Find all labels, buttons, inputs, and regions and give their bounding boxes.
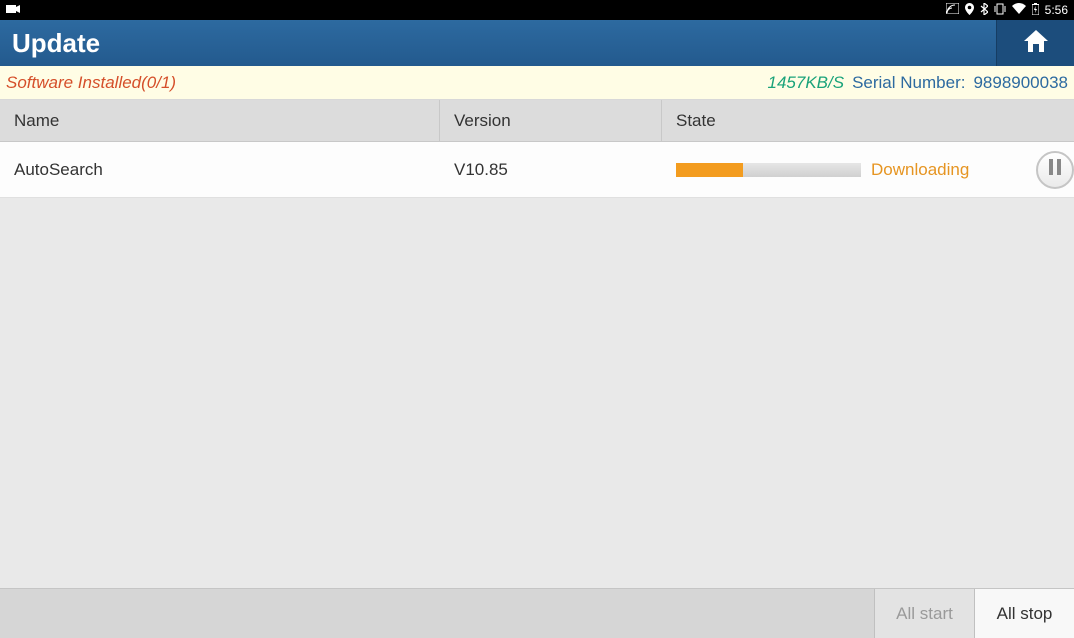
home-icon bbox=[1022, 28, 1050, 59]
wifi-icon bbox=[1012, 3, 1026, 17]
row-name: AutoSearch bbox=[0, 142, 440, 197]
empty-area bbox=[0, 198, 1074, 588]
bottom-bar: All start All stop bbox=[0, 588, 1074, 638]
location-icon bbox=[965, 3, 974, 18]
vibrate-icon bbox=[994, 3, 1006, 18]
progress-bar bbox=[676, 163, 861, 177]
progress-fill bbox=[676, 163, 743, 177]
home-button[interactable] bbox=[996, 20, 1074, 66]
pause-icon bbox=[1048, 159, 1062, 180]
status-time: 5:56 bbox=[1045, 3, 1068, 17]
bluetooth-icon bbox=[980, 3, 988, 18]
install-status: Software Installed(0/1) bbox=[6, 73, 176, 93]
all-stop-button[interactable]: All stop bbox=[974, 589, 1074, 638]
info-bar: Software Installed(0/1) 1457KB/S Serial … bbox=[0, 66, 1074, 100]
pause-button[interactable] bbox=[1036, 151, 1074, 189]
download-speed: 1457KB/S bbox=[768, 73, 845, 93]
table-header: Name Version State bbox=[0, 100, 1074, 142]
app-bar: Update bbox=[0, 20, 1074, 66]
serial-value: 9898900038 bbox=[973, 73, 1068, 93]
col-header-name: Name bbox=[0, 100, 440, 141]
col-header-version: Version bbox=[440, 100, 662, 141]
row-version: V10.85 bbox=[440, 142, 662, 197]
camera-icon bbox=[6, 3, 20, 17]
cast-icon bbox=[946, 3, 959, 17]
row-state-text: Downloading bbox=[871, 160, 969, 180]
android-status-bar: 5:56 bbox=[0, 0, 1074, 20]
page-title: Update bbox=[12, 28, 100, 59]
all-start-button[interactable]: All start bbox=[874, 589, 974, 638]
battery-icon bbox=[1032, 3, 1039, 18]
table-row: AutoSearch V10.85 Downloading bbox=[0, 142, 1074, 198]
serial-label: Serial Number: bbox=[852, 73, 965, 93]
row-state-cell: Downloading bbox=[662, 142, 1074, 197]
col-header-state: State bbox=[662, 100, 1074, 141]
